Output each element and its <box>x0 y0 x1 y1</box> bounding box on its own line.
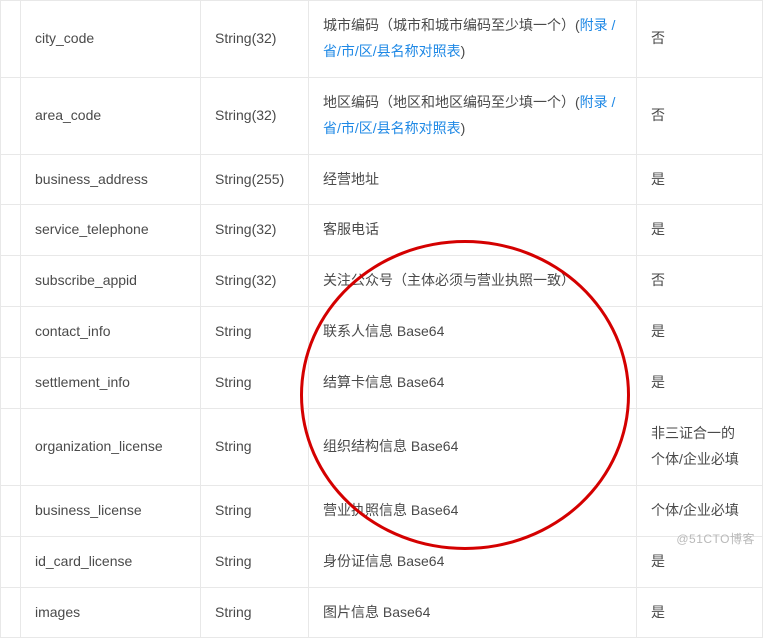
param-name-cell: business_address <box>21 154 201 205</box>
desc-text: 客服电话 <box>323 221 379 237</box>
param-required-cell: 非三证合一的个体/企业必填 <box>637 409 763 486</box>
param-required-cell: 是 <box>637 358 763 409</box>
desc-text-suffix: ) <box>461 43 466 59</box>
param-type-cell: String <box>201 409 309 486</box>
desc-text: 营业执照信息 Base64 <box>323 502 458 518</box>
param-type-cell: String(32) <box>201 205 309 256</box>
desc-text: 联系人信息 Base64 <box>323 323 444 339</box>
row-left-gutter <box>1 1 21 78</box>
table-row: settlement_infoString 结算卡信息 Base64 是 <box>1 358 763 409</box>
param-required-cell: 是 <box>637 587 763 638</box>
param-name-cell: settlement_info <box>21 358 201 409</box>
param-name-cell: images <box>21 587 201 638</box>
desc-text: 关注公众号（主体必须与营业执照一致） <box>323 272 575 288</box>
param-type-cell: String <box>201 358 309 409</box>
row-left-gutter <box>1 154 21 205</box>
param-required-cell: 否 <box>637 77 763 154</box>
param-type-cell: String(32) <box>201 1 309 78</box>
param-name-cell: city_code <box>21 1 201 78</box>
param-required-cell: 否 <box>637 1 763 78</box>
watermark-text: @51CTO博客 <box>676 530 755 547</box>
desc-text-suffix: ) <box>461 120 466 136</box>
param-name-cell: business_license <box>21 485 201 536</box>
param-required-cell: 个体/企业必填 <box>637 485 763 536</box>
param-desc-cell: 营业执照信息 Base64 <box>309 485 637 536</box>
param-name-cell: organization_license <box>21 409 201 486</box>
row-left-gutter <box>1 358 21 409</box>
param-name-cell: subscribe_appid <box>21 256 201 307</box>
param-desc-cell: 结算卡信息 Base64 <box>309 358 637 409</box>
desc-text: 地区编码（地区和地区编码至少填一个）( <box>323 94 580 110</box>
param-type-cell: String(255) <box>201 154 309 205</box>
param-desc-cell: 经营地址 <box>309 154 637 205</box>
param-name-cell: id_card_license <box>21 536 201 587</box>
desc-text: 身份证信息 Base64 <box>323 553 444 569</box>
row-left-gutter <box>1 205 21 256</box>
row-left-gutter <box>1 307 21 358</box>
table-row: area_codeString(32)地区编码（地区和地区编码至少填一个）(附录… <box>1 77 763 154</box>
row-left-gutter <box>1 536 21 587</box>
param-required-cell: 是 <box>637 205 763 256</box>
param-desc-cell: 客服电话 <box>309 205 637 256</box>
table-row: business_addressString(255) 经营地址 是 <box>1 154 763 205</box>
param-desc-cell: 关注公众号（主体必须与营业执照一致） <box>309 256 637 307</box>
param-name-cell: service_telephone <box>21 205 201 256</box>
param-required-cell: 否 <box>637 256 763 307</box>
row-left-gutter <box>1 77 21 154</box>
param-desc-cell: 联系人信息 Base64 <box>309 307 637 358</box>
param-required-cell: 是 <box>637 154 763 205</box>
param-type-cell: String <box>201 307 309 358</box>
desc-text: 城市编码（城市和城市编码至少填一个）( <box>323 17 580 33</box>
row-left-gutter <box>1 409 21 486</box>
table-row: business_licenseString 营业执照信息 Base64 个体/企业… <box>1 485 763 536</box>
table-row: id_card_licenseString身份证信息 Base64是 <box>1 536 763 587</box>
table-row: organization_licenseString 组织结构信息 Base64 非… <box>1 409 763 486</box>
param-desc-cell: 图片信息 Base64 <box>309 587 637 638</box>
param-desc-cell: 组织结构信息 Base64 <box>309 409 637 486</box>
desc-text: 图片信息 Base64 <box>323 604 430 620</box>
row-left-gutter <box>1 587 21 638</box>
param-desc-cell: 地区编码（地区和地区编码至少填一个）(附录 /省/市/区/县名称对照表) <box>309 77 637 154</box>
param-type-cell: String <box>201 587 309 638</box>
param-desc-cell: 身份证信息 Base64 <box>309 536 637 587</box>
param-type-cell: String <box>201 536 309 587</box>
param-name-cell: area_code <box>21 77 201 154</box>
row-left-gutter <box>1 485 21 536</box>
desc-text: 结算卡信息 Base64 <box>323 374 444 390</box>
api-params-table: city_codeString(32)城市编码（城市和城市编码至少填一个）(附录… <box>0 0 763 638</box>
table-row: city_codeString(32)城市编码（城市和城市编码至少填一个）(附录… <box>1 1 763 78</box>
table-row: imagesString 图片信息 Base64 是 <box>1 587 763 638</box>
param-required-cell: 是 <box>637 307 763 358</box>
desc-text: 经营地址 <box>323 171 379 187</box>
param-type-cell: String(32) <box>201 256 309 307</box>
row-left-gutter <box>1 256 21 307</box>
table-row: contact_infoString 联系人信息 Base64 是 <box>1 307 763 358</box>
param-name-cell: contact_info <box>21 307 201 358</box>
table-row: service_telephoneString(32) 客服电话 是 <box>1 205 763 256</box>
table-row: subscribe_appidString(32) 关注公众号（主体必须与营业执照… <box>1 256 763 307</box>
param-desc-cell: 城市编码（城市和城市编码至少填一个）(附录 /省/市/区/县名称对照表) <box>309 1 637 78</box>
param-type-cell: String <box>201 485 309 536</box>
desc-text: 组织结构信息 Base64 <box>323 438 458 454</box>
param-type-cell: String(32) <box>201 77 309 154</box>
